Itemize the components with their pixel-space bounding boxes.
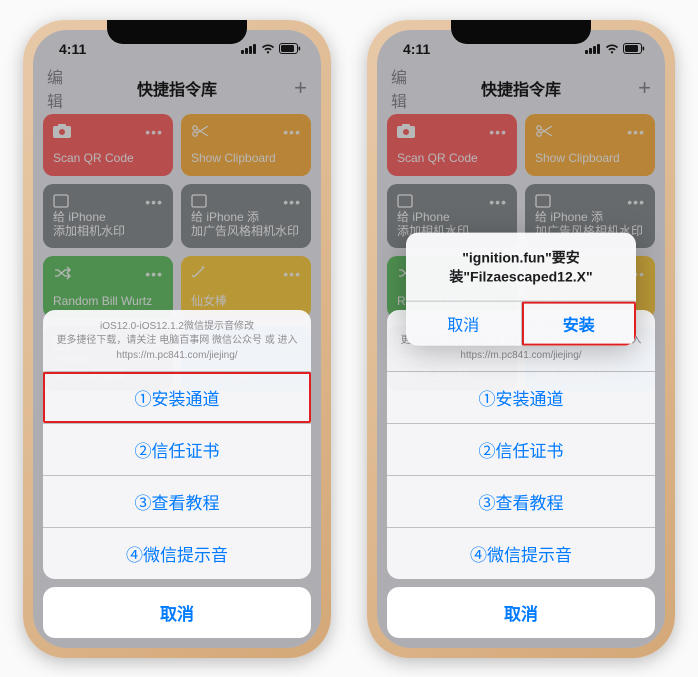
alert-cancel-button[interactable]: 取消 — [406, 301, 521, 345]
phone-right: 4:11 编辑 快捷指令库 + •••Scan QR Code •••Show … — [367, 20, 675, 658]
alert-message: "ignition.fun"要安 装"Filzaescaped12.X" — [406, 233, 636, 301]
action-sheet: iOS12.0-iOS12.1.2微信提示音修改 更多捷径下载，请关注 电脑百事… — [387, 310, 655, 638]
sheet-option-install-channel[interactable]: ①安装通道 — [387, 371, 655, 423]
overlay: iOS12.0-iOS12.1.2微信提示音修改 更多捷径下载，请关注 电脑百事… — [33, 30, 321, 648]
sheet-header-url: https://m.pc841.com/jiejing/ — [399, 349, 643, 363]
alert-line2: 装"Filzaescaped12.X" — [420, 268, 622, 287]
sheet-option-view-tutorial[interactable]: ③查看教程 — [43, 475, 311, 527]
screen-right: 4:11 编辑 快捷指令库 + •••Scan QR Code •••Show … — [377, 30, 665, 648]
sheet-option-trust-cert[interactable]: ②信任证书 — [387, 423, 655, 475]
phone-left: 4:11 编辑 快捷指令库 + ••• Scan QR Code — [23, 20, 331, 658]
install-alert: "ignition.fun"要安 装"Filzaescaped12.X" 取消 … — [406, 233, 636, 346]
sheet-cancel-button[interactable]: 取消 — [387, 587, 655, 638]
overlay: iOS12.0-iOS12.1.2微信提示音修改 更多捷径下载，请关注 电脑百事… — [377, 30, 665, 648]
sheet-header-line1: iOS12.0-iOS12.1.2微信提示音修改 — [55, 320, 299, 334]
notch — [451, 20, 591, 44]
sheet-option-install-channel[interactable]: ①安装通道 — [43, 371, 311, 423]
sheet-option-wechat-sound[interactable]: ④微信提示音 — [387, 527, 655, 579]
sheet-header-line2: 更多捷径下载，请关注 电脑百事网 微信公众号 或 进入 — [55, 334, 299, 348]
sheet-option-view-tutorial[interactable]: ③查看教程 — [387, 475, 655, 527]
notch — [107, 20, 247, 44]
screen-left: 4:11 编辑 快捷指令库 + ••• Scan QR Code — [33, 30, 321, 648]
sheet-header: iOS12.0-iOS12.1.2微信提示音修改 更多捷径下载，请关注 电脑百事… — [43, 310, 311, 371]
action-sheet: iOS12.0-iOS12.1.2微信提示音修改 更多捷径下载，请关注 电脑百事… — [43, 310, 311, 638]
sheet-option-wechat-sound[interactable]: ④微信提示音 — [43, 527, 311, 579]
sheet-group: iOS12.0-iOS12.1.2微信提示音修改 更多捷径下载，请关注 电脑百事… — [387, 310, 655, 579]
alert-line1: "ignition.fun"要安 — [420, 249, 622, 268]
alert-install-button[interactable]: 安装 — [521, 301, 637, 345]
sheet-header-url: https://m.pc841.com/jiejing/ — [55, 349, 299, 363]
alert-buttons: 取消 安装 — [406, 300, 636, 345]
sheet-cancel-button[interactable]: 取消 — [43, 587, 311, 638]
sheet-option-trust-cert[interactable]: ②信任证书 — [43, 423, 311, 475]
sheet-group: iOS12.0-iOS12.1.2微信提示音修改 更多捷径下载，请关注 电脑百事… — [43, 310, 311, 579]
